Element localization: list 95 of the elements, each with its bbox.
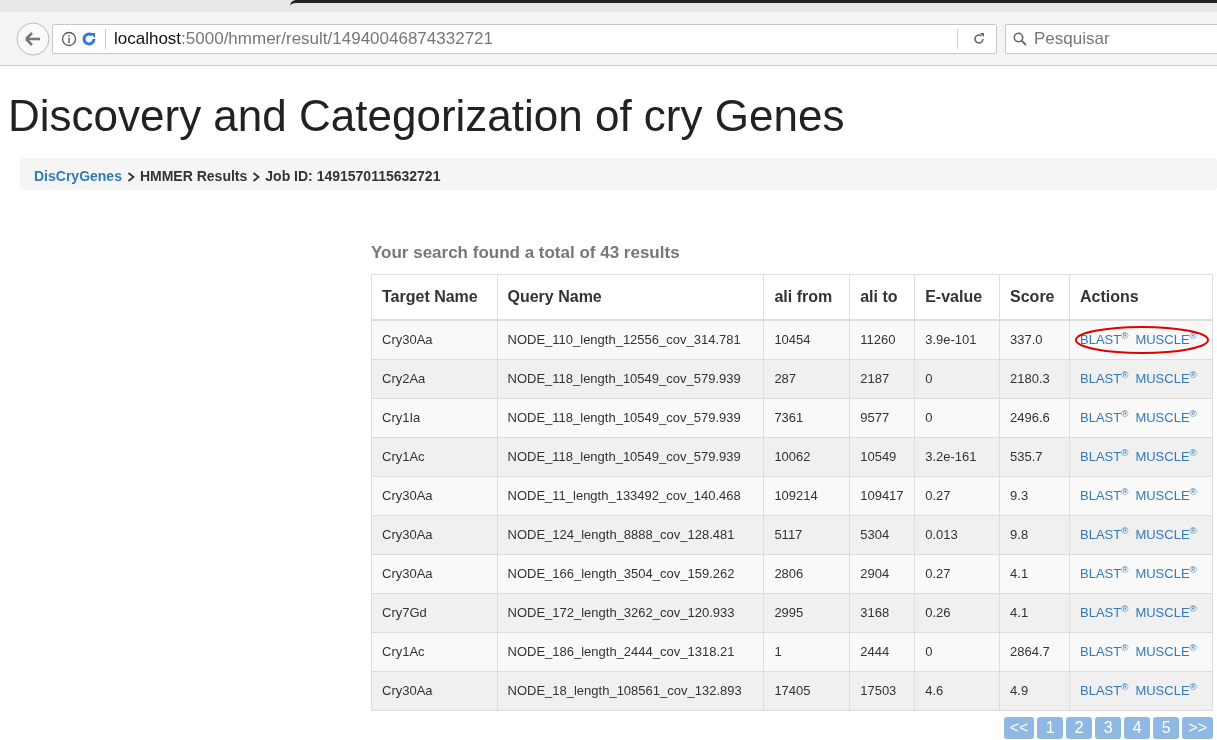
table-cell: Cry1Ia (371, 398, 497, 437)
action-link[interactable]: MUSCLE$^{®}$ (1135, 368, 1197, 389)
table-cell: 4.1 (999, 554, 1070, 593)
table-cell: 0.27 (914, 476, 1000, 515)
action-link[interactable]: BLAST$^{®}$ (1080, 330, 1129, 350)
table-cell: 2806 (763, 554, 850, 593)
table-cell: 0 (914, 359, 1000, 398)
table-cell: 9577 (849, 398, 915, 437)
action-link[interactable]: MUSCLE$^{®}$ (1135, 524, 1197, 545)
table-cell: 4.9 (999, 671, 1070, 710)
table-cell: NODE_118_length_10549_cov_579.939 (497, 398, 764, 437)
action-link[interactable]: BLAST$^{®}$ (1080, 368, 1129, 389)
breadcrumb-separator-icon (252, 171, 261, 182)
table-cell: 10062 (763, 437, 850, 476)
table-cell: NODE_118_length_10549_cov_579.939 (497, 359, 764, 398)
table-cell: 2496.6 (999, 398, 1070, 437)
action-link[interactable]: BLAST$^{®}$ (1080, 641, 1129, 662)
table-cell: 9.8 (999, 515, 1070, 554)
table-cell: 5117 (763, 515, 850, 554)
table-cell: 0 (914, 632, 1000, 671)
table-cell: 1 (763, 632, 850, 671)
table-cell: Cry30Aa (371, 515, 497, 554)
table-cell: 337.0 (999, 320, 1070, 359)
table-cell: Cry1Ac (371, 632, 497, 671)
table-cell: NODE_110_length_12556_cov_314.781 (497, 320, 764, 359)
table-cell: 2444 (849, 632, 915, 671)
url-text: localhost:5000/hmmer/result/14940046874332721 (114, 27, 493, 50)
results-summary: Your search found a total of 43 results (371, 242, 680, 264)
action-link[interactable]: MUSCLE$^{®}$ (1135, 641, 1197, 662)
table-cell: 4.1 (999, 593, 1070, 632)
action-link[interactable]: BLAST$^{®}$ (1080, 602, 1129, 623)
table-cell: NODE_166_length_3504_cov_159.262 (497, 554, 764, 593)
action-link[interactable]: MUSCLE$^{®}$ (1135, 680, 1197, 701)
table-cell: Cry30Aa (371, 476, 497, 515)
action-link[interactable]: MUSCLE$^{®}$ (1135, 485, 1197, 506)
table-cell: 109417 (849, 476, 915, 515)
refresh-icon[interactable] (81, 30, 97, 47)
action-link[interactable]: BLAST$^{®}$ (1080, 446, 1129, 467)
table-cell: 109214 (763, 476, 850, 515)
table-cell: 10454 (763, 320, 850, 359)
table-cell: 0 (914, 398, 1000, 437)
table-cell: 2187 (849, 359, 915, 398)
table-cell: Cry7Gd (371, 593, 497, 632)
table-cell: 4.6 (914, 671, 1000, 710)
breadcrumb-separator-icon (126, 171, 135, 182)
table-cell: NODE_124_length_8888_cov_128.481 (497, 515, 764, 554)
reload-icon[interactable] (972, 31, 986, 46)
table-cell: 3168 (849, 593, 915, 632)
table-cell: 0.26 (914, 593, 1000, 632)
action-link[interactable]: BLAST$^{®}$ (1080, 524, 1129, 545)
info-icon[interactable] (61, 30, 77, 47)
table-cell: 9.3 (999, 476, 1070, 515)
breadcrumb-item: HMMER Results (139, 167, 248, 186)
table-cell: 2864.7 (999, 632, 1070, 671)
table-cell: 5304 (849, 515, 915, 554)
table-cell: 7361 (763, 398, 850, 437)
table-cell: 17405 (763, 671, 850, 710)
table-cell: 17503 (849, 671, 915, 710)
action-link[interactable]: BLAST$^{®}$ (1080, 563, 1129, 584)
action-link[interactable]: MUSCLE$^{®}$ (1135, 330, 1197, 350)
action-link[interactable]: BLAST$^{®}$ (1080, 407, 1129, 428)
action-link[interactable]: BLAST$^{®}$ (1080, 680, 1129, 701)
action-link[interactable]: MUSCLE$^{®}$ (1135, 602, 1197, 623)
table-cell: NODE_172_length_3262_cov_120.933 (497, 593, 764, 632)
table-cell: NODE_186_length_2444_cov_1318.21 (497, 632, 764, 671)
table-cell: 0.013 (914, 515, 1000, 554)
table-cell: Cry30Aa (371, 320, 497, 359)
action-link[interactable]: MUSCLE$^{®}$ (1135, 446, 1197, 467)
table-cell: Cry1Ac (371, 437, 497, 476)
search-field[interactable]: Pesquisar (1005, 23, 1217, 54)
action-link[interactable]: BLAST$^{®}$ (1080, 485, 1129, 506)
table-cell: 535.7 (999, 437, 1070, 476)
table-cell: NODE_118_length_10549_cov_579.939 (497, 437, 764, 476)
table-cell: 0.27 (914, 554, 1000, 593)
table-cell: Cry30Aa (371, 671, 497, 710)
table-cell: Cry30Aa (371, 554, 497, 593)
table-cell: 2995 (763, 593, 850, 632)
action-link[interactable]: MUSCLE$^{®}$ (1135, 563, 1197, 584)
address-bar[interactable]: localhost:5000/hmmer/result/14940046874332721 (52, 23, 997, 54)
table-cell: Cry2Aa (371, 359, 497, 398)
page-title: Discovery and Categorization of cry Genes (8, 90, 845, 142)
table-cell: NODE_11_length_133492_cov_140.468 (497, 476, 764, 515)
table-cell: 11260 (849, 320, 915, 359)
table-cell: 3.2e-161 (914, 437, 1000, 476)
table-cell: 2904 (849, 554, 915, 593)
table-cell: NODE_18_length_108561_cov_132.893 (497, 671, 764, 710)
table-cell: 287 (763, 359, 850, 398)
search-icon (1013, 31, 1027, 46)
back-icon[interactable] (16, 21, 50, 56)
action-link[interactable]: MUSCLE$^{®}$ (1135, 407, 1197, 428)
table-cell: 10549 (849, 437, 915, 476)
table-cell: 3.9e-101 (914, 320, 1000, 359)
breadcrumb-link[interactable]: DisCryGenes (34, 166, 122, 187)
table-cell: 2180.3 (999, 359, 1070, 398)
breadcrumb-item: Job ID: 1491570115632721 (265, 167, 441, 186)
